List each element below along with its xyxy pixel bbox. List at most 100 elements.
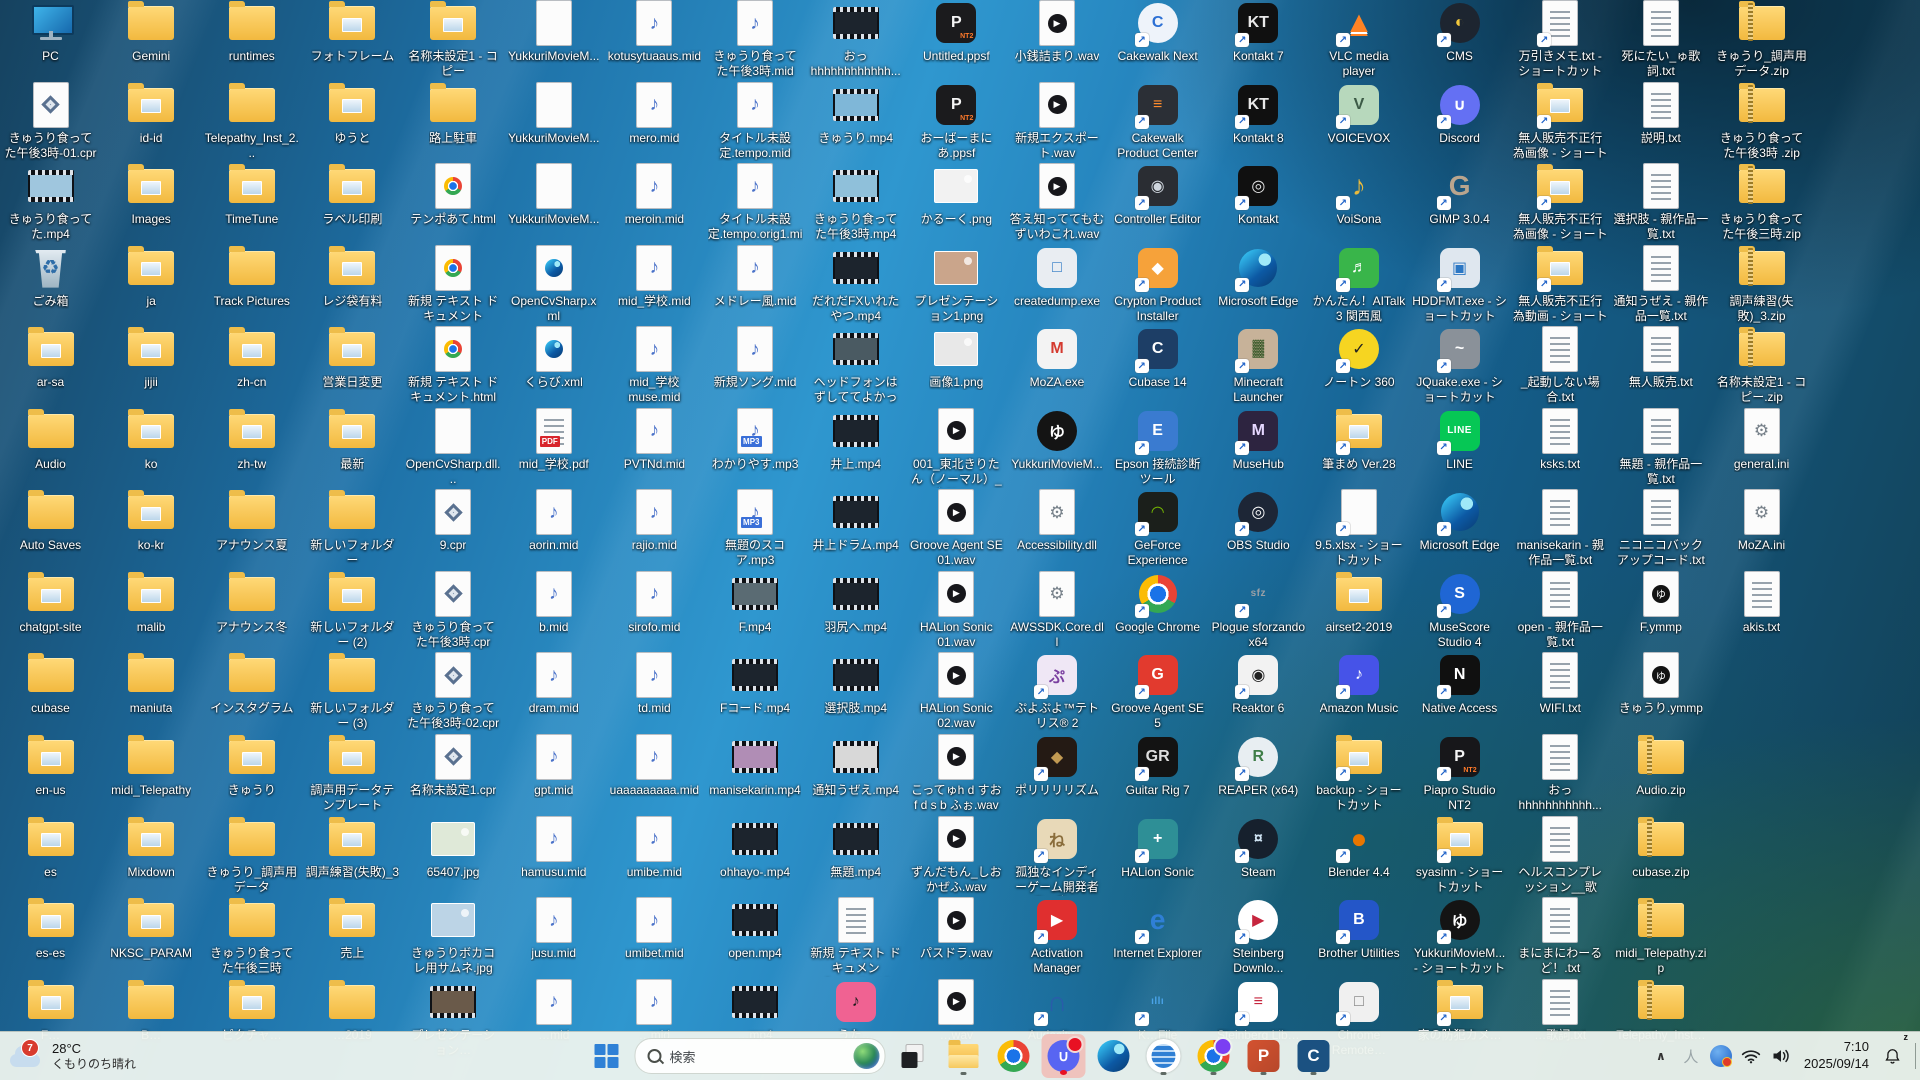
file-explorer-button[interactable] <box>942 1034 986 1078</box>
desktop-icon[interactable]: ▶HALion Sonic 01.wav <box>909 570 1004 650</box>
show-desktop-button[interactable] <box>1915 1043 1916 1069</box>
edge-button[interactable] <box>1092 1034 1136 1078</box>
desktop-icon[interactable]: Telepathy_Inst_2... <box>204 81 299 161</box>
desktop-icon[interactable]: en-us <box>3 733 98 798</box>
clock[interactable]: 7:10 2025/09/14 <box>1798 1036 1875 1076</box>
desktop-icon[interactable]: PNT2おーばーまにあ.ppsf <box>909 81 1004 161</box>
desktop-icon[interactable]: +↗HALion Sonic <box>1110 815 1205 880</box>
desktop-icon[interactable]: プレゼンテーション1.png <box>909 244 1004 324</box>
desktop-icon[interactable]: インスタグラム <box>204 651 299 716</box>
desktop-icon[interactable]: ♪↗Amazon Music <box>1311 651 1406 716</box>
desktop-icon[interactable]: ar-sa <box>3 325 98 390</box>
desktop-icon[interactable]: ▶こってゅh d すお f d s b ふぉ.wav <box>909 733 1004 813</box>
notification-bell-icon[interactable]: z <box>1879 1036 1905 1076</box>
desktop-icon[interactable]: ♬↗かんたん！AITalk 3 関西風 <box>1311 244 1406 324</box>
desktop-icon[interactable]: ♪MP3わかりやす.mp3 <box>708 407 803 472</box>
desktop-icon[interactable]: 通知うぜえ - 親作品一覧.txt <box>1613 244 1708 324</box>
desktop-icon[interactable]: ゆ↗YukkuriMovieM... - ショートカット <box>1412 896 1507 976</box>
desktop-icon[interactable]: 死にたい_ゅ歌詞.txt <box>1613 0 1708 79</box>
desktop-icon[interactable]: きゅうり食ってた午後3時-02.cpr <box>406 651 501 731</box>
desktop-icon[interactable]: ♪rajio.mid <box>607 488 702 553</box>
desktop-icon[interactable]: 名称未設定1 - コピー.zip <box>1714 325 1809 405</box>
tray-app-icon[interactable]: 人 <box>1678 1036 1704 1076</box>
desktop-icon[interactable]: ♪タイトル未設定.tempo.orig1.mid <box>708 162 803 243</box>
desktop-icon[interactable]: WIFI.txt <box>1513 651 1608 716</box>
cubase-button[interactable]: C <box>1292 1034 1336 1078</box>
desktop-icon[interactable]: ♪MP3無題のスコア.mp3 <box>708 488 803 568</box>
desktop-icon[interactable]: open - 親作品一覧.txt <box>1513 570 1608 650</box>
desktop-icon[interactable]: zh-tw <box>204 407 299 472</box>
desktop-icon[interactable]: Track Pictures <box>204 244 299 309</box>
desktop-icon[interactable]: ◆↗Crypton Product Installer <box>1110 244 1205 324</box>
desktop-icon[interactable]: LINE↗LINE <box>1412 407 1507 472</box>
desktop-icon[interactable]: おっhhhhhhhhhhh... <box>1513 733 1608 813</box>
desktop-icon[interactable]: ↗万引きメモ.txt - ショートカット <box>1513 0 1608 79</box>
tray-chevron-icon[interactable]: ∧ <box>1648 1036 1674 1076</box>
desktop-icon[interactable]: きゅうり_調声用データ <box>204 815 299 895</box>
desktop-icon[interactable]: ja <box>104 244 199 309</box>
desktop-icon[interactable]: きゅうりボカコレ用サムネ.jpg <box>406 896 501 976</box>
desktop-icon[interactable]: ▶↗Activation Manager <box>1010 896 1105 976</box>
desktop-icon[interactable]: ゆYukkuriMovieM... <box>1010 407 1105 472</box>
desktop-icon[interactable]: ▶↗Steinberg Downlo... <box>1211 896 1306 976</box>
desktop-icon[interactable]: TimeTune <box>204 162 299 227</box>
desktop-icon[interactable]: 営業日変更 <box>305 325 400 390</box>
desktop-icon[interactable]: Fコード.mp4 <box>708 651 803 716</box>
desktop-icon[interactable]: ohhayo-.mp4 <box>708 815 803 880</box>
desktop-icon[interactable]: ヘッドフォンはずしててよかっt.mp4 <box>808 325 903 406</box>
desktop-icon[interactable]: 65407.jpg <box>406 815 501 880</box>
desktop-icon[interactable]: ♪きゅうり食ってた午後3時.mid <box>708 0 803 79</box>
desktop-icon[interactable]: 画像1.png <box>909 325 1004 390</box>
desktop-icon[interactable]: ✓↗ノートン 360 <box>1311 325 1406 390</box>
desktop-icon[interactable]: 新しいフォルダー (3) <box>305 651 400 731</box>
desktop-icon[interactable]: 無人販売.txt <box>1613 325 1708 390</box>
desktop-icon[interactable]: R↗REAPER (x64) <box>1211 733 1306 798</box>
desktop-icon[interactable]: 名称未設定1 - コピー <box>406 0 501 79</box>
desktop-icon[interactable]: 井上ドラム.mp4 <box>808 488 903 553</box>
desktop-icon[interactable]: Images <box>104 162 199 227</box>
desktop-icon[interactable]: sfz↗Plogue sforzando x64 <box>1211 570 1306 650</box>
desktop-icon[interactable]: ♪mid_学校.mid <box>607 244 702 309</box>
desktop-icon[interactable]: ◐↗CMS <box>1412 0 1507 64</box>
desktop-icon[interactable]: ¤↗Steam <box>1211 815 1306 880</box>
desktop-icon[interactable]: 井上.mp4 <box>808 407 903 472</box>
desktop-icon[interactable]: 調声練習(失敗)_3.zip <box>1714 244 1809 324</box>
desktop-icon[interactable]: ♪aorin.mid <box>506 488 601 553</box>
desktop-icon[interactable]: B↗Brother Utilities <box>1311 896 1406 961</box>
desktop-icon[interactable]: ◉↗Reaktor 6 <box>1211 651 1306 716</box>
desktop-icon[interactable]: ▶ずんだもん_しおかぜふ.wav <box>909 815 1004 895</box>
desktop-icon[interactable]: ニコニコバックアップコード.txt <box>1613 488 1708 568</box>
desktop-icon[interactable]: ♪dram.mid <box>506 651 601 716</box>
desktop-icon[interactable]: ↗無人販売不正行為画像 - ショートカット <box>1513 162 1608 243</box>
desktop-icon[interactable]: YukkuriMovieM... <box>506 81 601 146</box>
desktop-icon[interactable]: ↗Microsoft Edge <box>1211 244 1306 309</box>
desktop-icon[interactable]: ▶小銭詰まり.wav <box>1010 0 1105 64</box>
desktop-icon[interactable]: ♪mero.mid <box>607 81 702 146</box>
desktop-icon[interactable]: ゆうと <box>305 81 400 146</box>
desktop-icon[interactable]: ▣↗HDDFMT.exe - ショートカット <box>1412 244 1507 324</box>
desktop-icon[interactable]: まにまにわーるど！.txt <box>1513 896 1608 976</box>
desktop-icon[interactable]: ♪メドレー風.mid <box>708 244 803 309</box>
desktop-icon[interactable]: 選択肢 - 親作品一覧.txt <box>1613 162 1708 242</box>
desktop-icon[interactable]: ▲↗VLC media player <box>1311 0 1406 79</box>
desktop-icon[interactable]: malib <box>104 570 199 635</box>
desktop-icon[interactable]: ♪PVTNd.mid <box>607 407 702 472</box>
desktop-icon[interactable]: きゅうり食ってた午後3時.cpr <box>406 570 501 650</box>
desktop-icon[interactable]: ね↗孤独なインディーゲーム開発者の一生 ... <box>1010 815 1105 896</box>
desktop-icon[interactable]: テンポあて.html <box>406 162 501 227</box>
desktop-icon[interactable]: C↗Cubase 14 <box>1110 325 1205 390</box>
desktop-icon[interactable]: ♪td.mid <box>607 651 702 716</box>
desktop-icon[interactable]: ⚙general.ini <box>1714 407 1809 472</box>
desktop-icon[interactable]: アナウンス夏 <box>204 488 299 553</box>
desktop-icon[interactable]: 羽尻へ.mp4 <box>808 570 903 635</box>
desktop-icon[interactable]: ●↗Blender 4.4 <box>1311 815 1406 880</box>
desktop-icon[interactable]: ゆきゅうり.ymmp <box>1613 651 1708 716</box>
desktop-icon[interactable]: PNT2↗Piapro Studio NT2 <box>1412 733 1507 813</box>
desktop-icon[interactable]: PC <box>3 0 98 64</box>
desktop-icon[interactable]: ◠↗GeForce Experience <box>1110 488 1205 568</box>
desktop-icon[interactable]: ▶パスドラ.wav <box>909 896 1004 961</box>
desktop-icon[interactable]: Audio.zip <box>1613 733 1708 798</box>
desktop-icon[interactable]: zh-cn <box>204 325 299 390</box>
desktop-icon[interactable]: 新しいフォルダー (2) <box>305 570 400 650</box>
desktop-icon[interactable]: ▶答え知っててもむずいわこれ.wav <box>1010 162 1105 242</box>
